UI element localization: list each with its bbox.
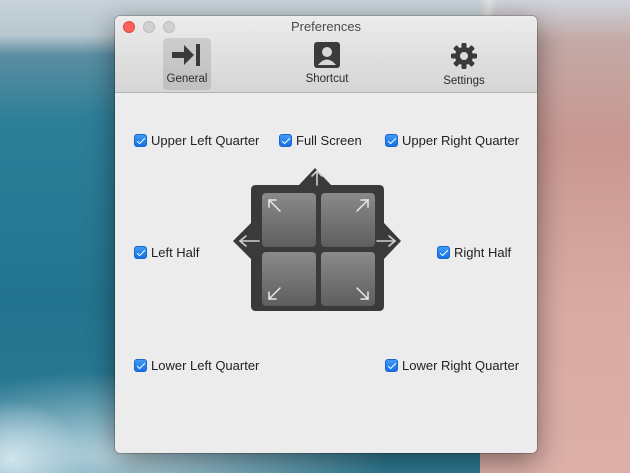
left-half-label: Left Half xyxy=(151,245,200,260)
lower-right-tile[interactable] xyxy=(321,252,375,306)
upper-right-quarter-checkbox[interactable]: Upper Right Quarter xyxy=(385,133,519,148)
checkbox-checked[interactable] xyxy=(279,134,292,147)
person-square-icon xyxy=(314,42,340,68)
pad-background xyxy=(233,168,401,311)
title-bar: Preferences General Shortcut Settings xyxy=(115,16,537,93)
general-pane: Upper Left Quarter Full Screen Upper Rig… xyxy=(115,93,537,453)
tab-settings[interactable]: Settings xyxy=(438,38,490,90)
tab-general-label: General xyxy=(166,73,208,85)
tab-settings-label: Settings xyxy=(443,75,485,87)
window-title: Preferences xyxy=(290,19,362,34)
lower-left-tile[interactable] xyxy=(262,252,316,306)
lower-left-quarter-label: Lower Left Quarter xyxy=(151,358,260,373)
lower-right-quarter-label: Lower Right Quarter xyxy=(402,358,520,373)
upper-right-tile[interactable] xyxy=(321,193,375,247)
snap-position-pad xyxy=(233,168,401,311)
upper-left-tile[interactable] xyxy=(262,193,316,247)
checkbox-checked[interactable] xyxy=(437,246,450,259)
checkbox-checked[interactable] xyxy=(385,359,398,372)
right-half-checkbox[interactable]: Right Half xyxy=(437,245,511,260)
checkbox-checked[interactable] xyxy=(385,134,398,147)
tab-shortcut[interactable]: Shortcut xyxy=(301,38,353,90)
preferences-window: Preferences General Shortcut Settings Up… xyxy=(115,16,537,453)
upper-left-quarter-label: Upper Left Quarter xyxy=(151,133,260,148)
left-half-checkbox[interactable]: Left Half xyxy=(134,245,199,260)
checkbox-checked[interactable] xyxy=(134,359,147,372)
desktop-wallpaper-foam xyxy=(0,333,115,473)
checkbox-checked[interactable] xyxy=(134,246,147,259)
tab-shortcut-label: Shortcut xyxy=(305,73,349,85)
lower-left-quarter-checkbox[interactable]: Lower Left Quarter xyxy=(134,358,259,373)
right-half-label: Right Half xyxy=(454,245,512,260)
full-screen-checkbox[interactable]: Full Screen xyxy=(279,133,362,148)
preferences-toolbar: General Shortcut Settings xyxy=(115,38,537,92)
tab-general[interactable]: General xyxy=(163,38,211,90)
lower-right-quarter-checkbox[interactable]: Lower Right Quarter xyxy=(385,358,519,373)
checkbox-checked[interactable] xyxy=(134,134,147,147)
upper-right-quarter-label: Upper Right Quarter xyxy=(402,133,520,148)
full-screen-label: Full Screen xyxy=(296,133,362,148)
arrow-right-to-bar-icon xyxy=(172,44,200,66)
upper-left-quarter-checkbox[interactable]: Upper Left Quarter xyxy=(134,133,259,148)
gear-icon xyxy=(451,43,477,69)
